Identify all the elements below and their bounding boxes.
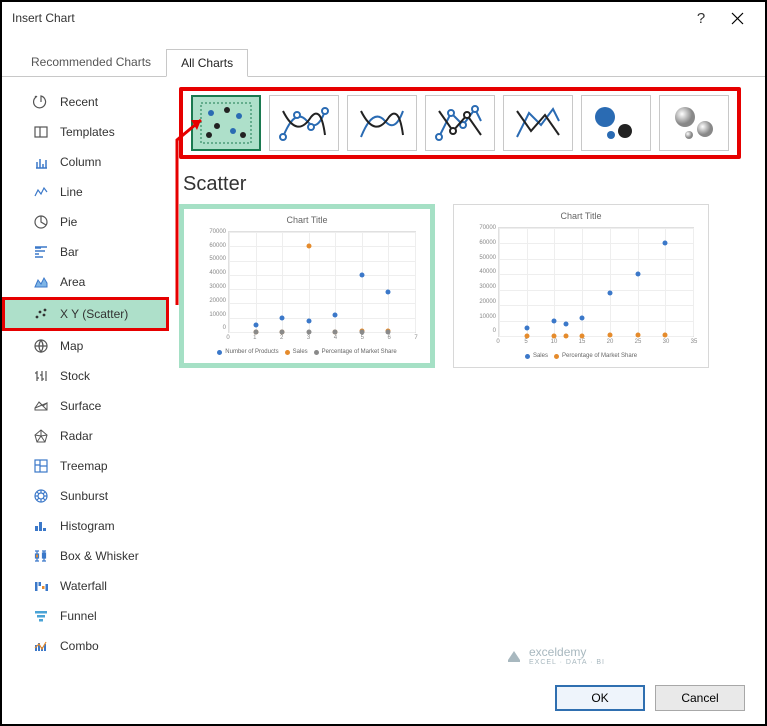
sidebar-item-stock[interactable]: Stock	[2, 361, 169, 391]
subtype-bubble-3d[interactable]	[659, 95, 729, 151]
waterfall-icon	[32, 577, 50, 595]
sidebar-item-treemap[interactable]: Treemap	[2, 451, 169, 481]
sidebar-item-label: Radar	[60, 429, 93, 443]
sidebar-item-recent[interactable]: Recent	[2, 87, 169, 117]
close-button[interactable]	[719, 4, 755, 32]
combo-icon	[32, 637, 50, 655]
recent-icon	[32, 93, 50, 111]
sidebar-item-xy-scatter[interactable]: X Y (Scatter)	[2, 297, 169, 331]
ok-button[interactable]: OK	[555, 685, 645, 711]
map-icon	[32, 337, 50, 355]
sidebar-item-map[interactable]: Map	[2, 331, 169, 361]
preview-title: Chart Title	[456, 211, 706, 221]
tab-bar: Recommended Charts All Charts	[2, 34, 765, 77]
chart-preview-2[interactable]: Chart Title 0100002000030000400005000060…	[453, 204, 709, 368]
sidebar-item-label: Map	[60, 339, 83, 353]
sidebar-item-column[interactable]: Column	[2, 147, 169, 177]
sidebar-item-label: Treemap	[60, 459, 108, 473]
line-icon	[32, 183, 50, 201]
subtype-scatter-straight-markers[interactable]	[425, 95, 495, 151]
sidebar-item-label: Stock	[60, 369, 90, 383]
sidebar-item-bar[interactable]: Bar	[2, 237, 169, 267]
sidebar-item-label: Column	[60, 155, 101, 169]
dialog-footer: OK Cancel	[2, 672, 765, 724]
sidebar-item-area[interactable]: Area	[2, 267, 169, 297]
main-panel: Scatter Chart Title 01000020000300004000…	[169, 77, 765, 675]
sidebar-item-label: Combo	[60, 639, 99, 653]
sidebar-item-label: Box & Whisker	[60, 549, 139, 563]
sidebar-item-label: Area	[60, 275, 85, 289]
sidebar-item-box-whisker[interactable]: Box & Whisker	[2, 541, 169, 571]
sidebar-item-histogram[interactable]: Histogram	[2, 511, 169, 541]
sidebar-item-templates[interactable]: Templates	[2, 117, 169, 147]
column-icon	[32, 153, 50, 171]
box-whisker-icon	[32, 547, 50, 565]
sidebar-item-funnel[interactable]: Funnel	[2, 601, 169, 631]
sidebar-item-label: X Y (Scatter)	[60, 307, 128, 321]
radar-icon	[32, 427, 50, 445]
scatter-subtype-bar	[179, 87, 741, 159]
area-icon	[32, 273, 50, 291]
sidebar-item-combo[interactable]: Combo	[2, 631, 169, 661]
dialog-titlebar: Insert Chart ?	[2, 2, 765, 34]
sidebar-item-surface[interactable]: Surface	[2, 391, 169, 421]
subtype-scatter-smooth-markers[interactable]	[269, 95, 339, 151]
dialog-title: Insert Chart	[12, 11, 75, 25]
sidebar-item-sunburst[interactable]: Sunburst	[2, 481, 169, 511]
subtype-scatter-smooth[interactable]	[347, 95, 417, 151]
subtype-scatter[interactable]	[191, 95, 261, 151]
sidebar-item-radar[interactable]: Radar	[2, 421, 169, 451]
sidebar-item-label: Pie	[60, 215, 77, 229]
chart-type-sidebar: Recent Templates Column Line Pie Bar Are…	[2, 77, 169, 675]
sidebar-item-label: Histogram	[60, 519, 115, 533]
templates-icon	[32, 123, 50, 141]
scatter-icon	[32, 305, 50, 323]
sidebar-item-line[interactable]: Line	[2, 177, 169, 207]
sidebar-item-label: Recent	[60, 95, 98, 109]
sidebar-item-waterfall[interactable]: Waterfall	[2, 571, 169, 601]
watermark: exceldemy EXCEL · DATA · BI	[505, 645, 605, 666]
bar-icon	[32, 243, 50, 261]
chart-previews: Chart Title 0100002000030000400005000060…	[179, 204, 741, 368]
pie-icon	[32, 213, 50, 231]
funnel-icon	[32, 607, 50, 625]
sidebar-item-label: Bar	[60, 245, 79, 259]
sidebar-item-label: Waterfall	[60, 579, 107, 593]
sidebar-item-label: Line	[60, 185, 83, 199]
sidebar-item-pie[interactable]: Pie	[2, 207, 169, 237]
sidebar-item-label: Funnel	[60, 609, 97, 623]
tab-all-charts[interactable]: All Charts	[166, 49, 248, 77]
sidebar-item-label: Templates	[60, 125, 115, 139]
histogram-icon	[32, 517, 50, 535]
subtype-bubble[interactable]	[581, 95, 651, 151]
cancel-button[interactable]: Cancel	[655, 685, 745, 711]
help-button[interactable]: ?	[683, 4, 719, 32]
tab-recommended-charts[interactable]: Recommended Charts	[16, 48, 166, 76]
chart-type-heading: Scatter	[183, 173, 741, 196]
sidebar-item-label: Sunburst	[60, 489, 108, 503]
preview-title: Chart Title	[186, 215, 428, 225]
treemap-icon	[32, 457, 50, 475]
stock-icon	[32, 367, 50, 385]
sunburst-icon	[32, 487, 50, 505]
subtype-scatter-straight[interactable]	[503, 95, 573, 151]
surface-icon	[32, 397, 50, 415]
chart-preview-1[interactable]: Chart Title 0100002000030000400005000060…	[179, 204, 435, 368]
sidebar-item-label: Surface	[60, 399, 101, 413]
